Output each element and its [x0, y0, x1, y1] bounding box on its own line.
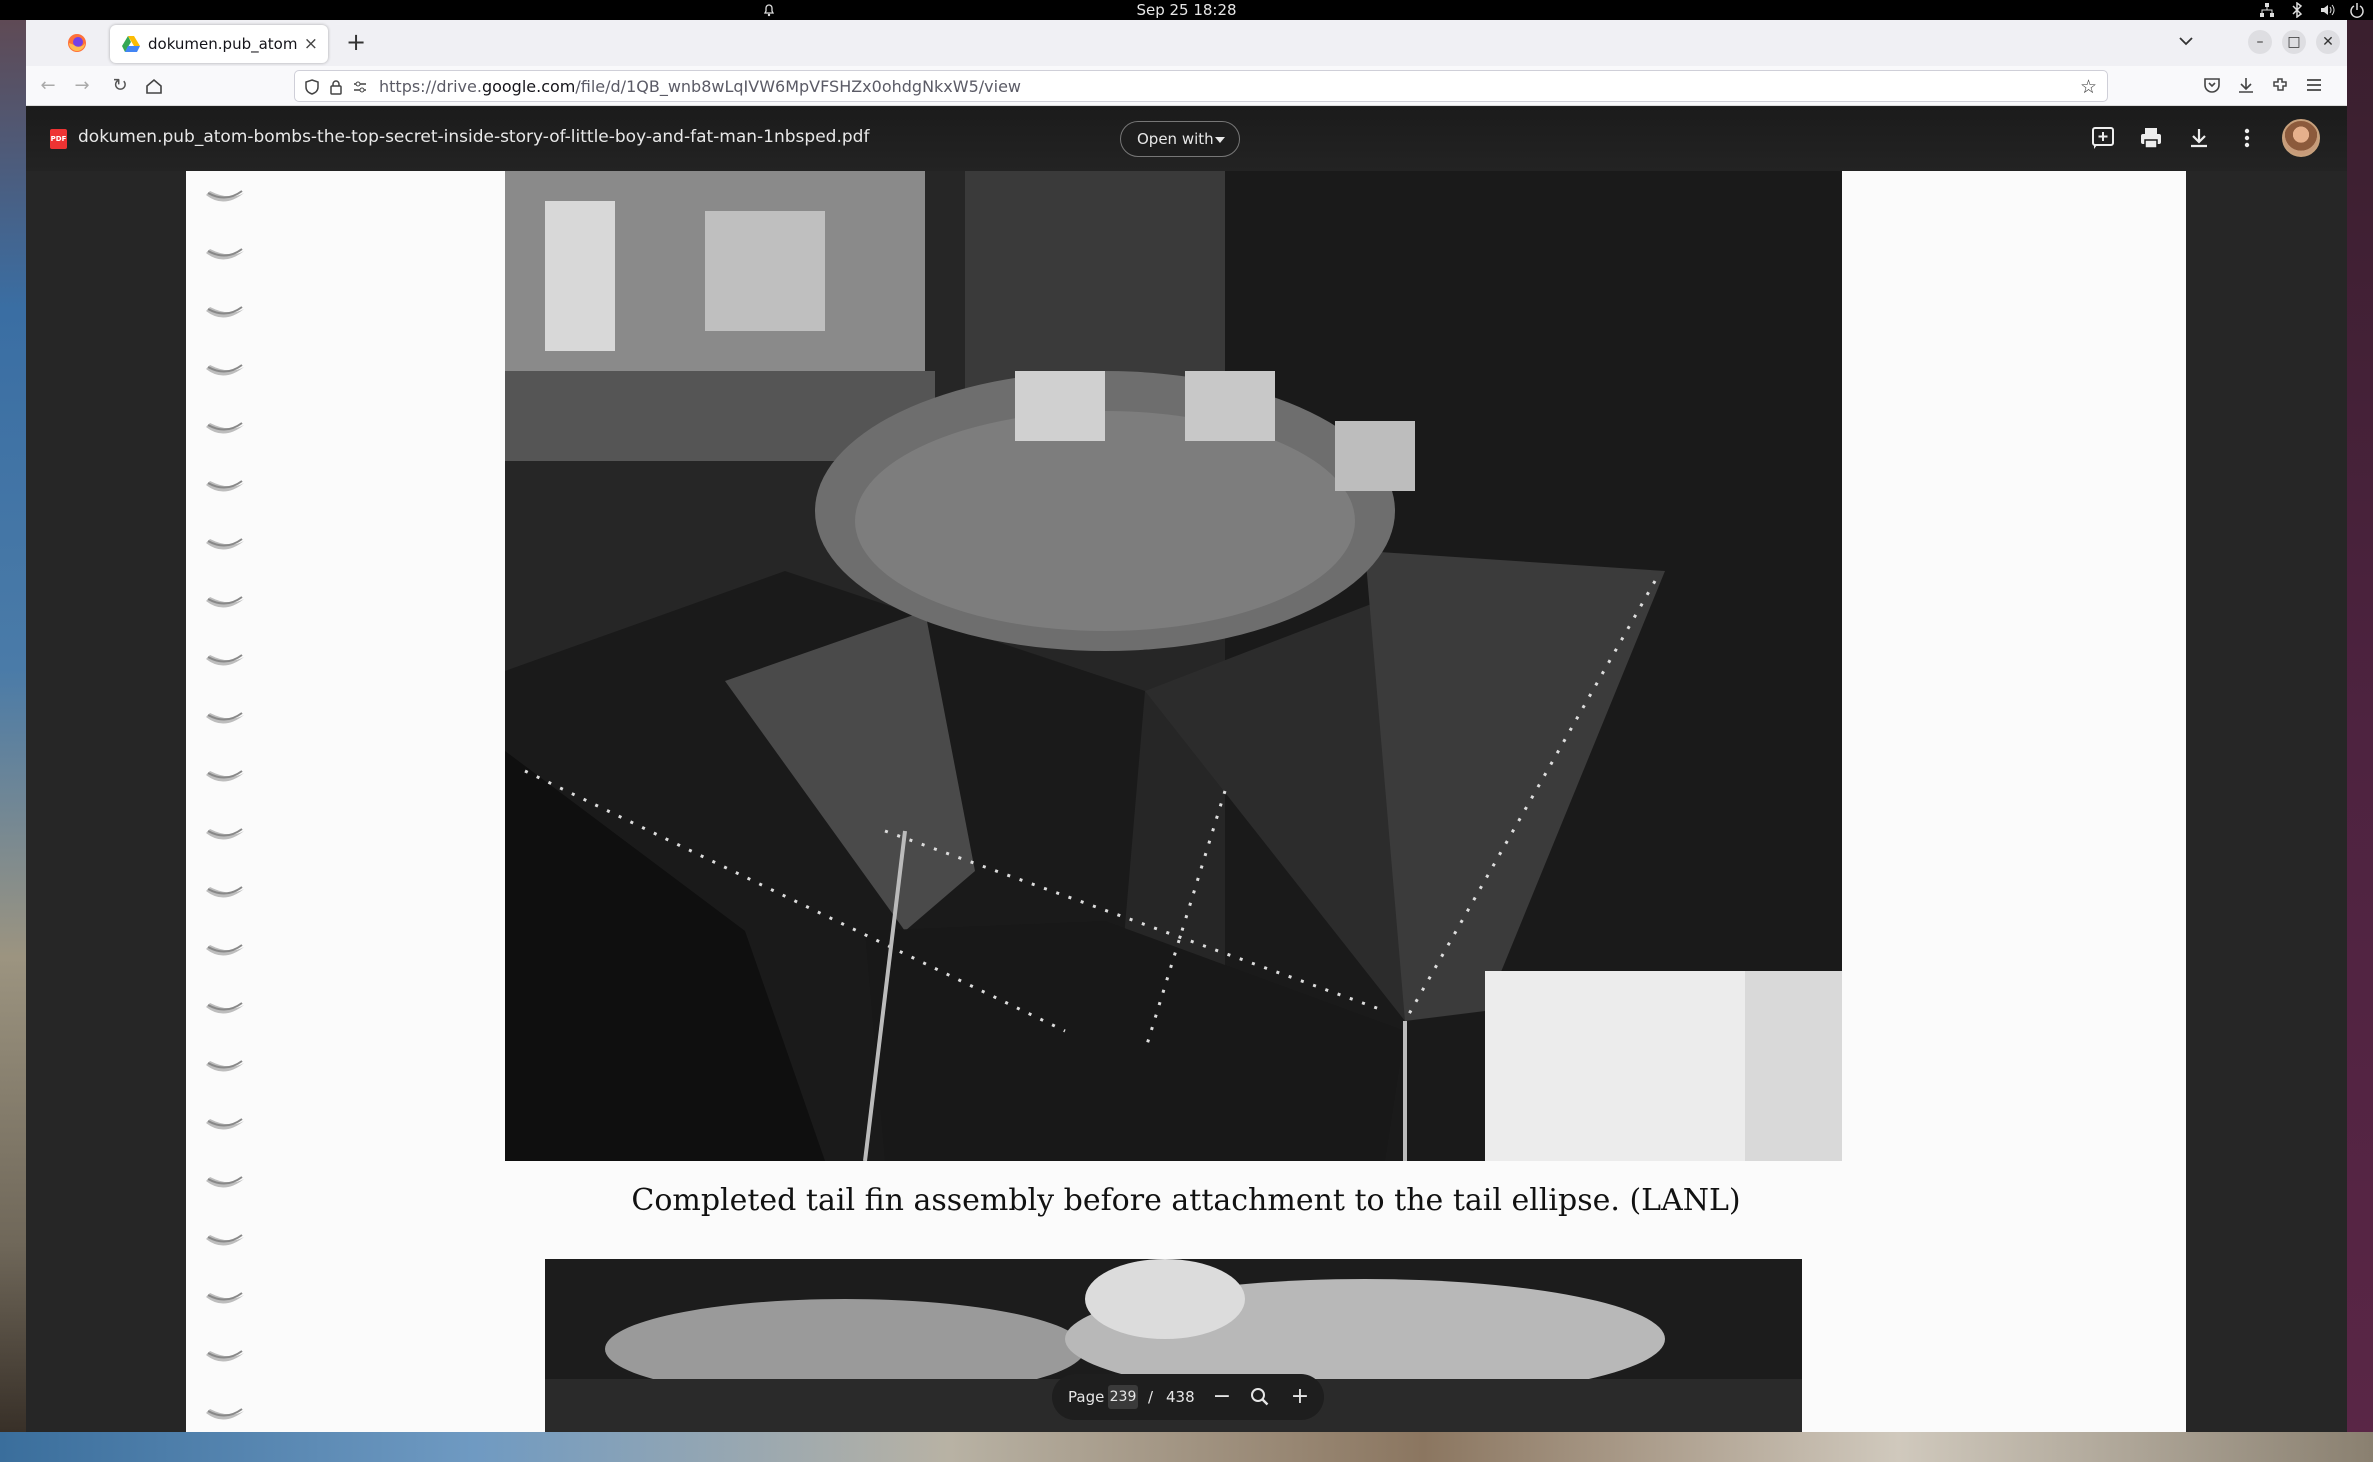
binding-ring	[206, 480, 244, 492]
minimize-button[interactable]: –	[2248, 30, 2272, 54]
download-icon[interactable]	[2236, 75, 2256, 95]
close-window-button[interactable]: ✕	[2316, 30, 2340, 54]
power-icon	[2350, 3, 2364, 18]
binding-ring	[206, 1060, 244, 1072]
reload-icon[interactable]: ↻	[110, 76, 130, 96]
notification-bell-icon[interactable]	[762, 3, 776, 17]
binding-ring	[206, 1292, 244, 1304]
maximize-button[interactable]: □	[2282, 30, 2306, 54]
os-clock[interactable]: Sep 25 18:28	[0, 0, 2373, 20]
page-controls: Page 239 / 438 − +	[1052, 1374, 1324, 1420]
menu-icon[interactable]	[2304, 75, 2324, 95]
spiral-binding	[202, 171, 252, 1432]
pdf-file-icon: PDF	[50, 129, 67, 149]
add-comment-icon[interactable]	[2090, 125, 2116, 151]
pocket-icon[interactable]	[2202, 75, 2222, 95]
file-name: dokumen.pub_atom-bombs-the-top-secret-in…	[78, 127, 870, 147]
bluetooth-icon	[2292, 2, 2303, 18]
pdf-viewer: PDF dokumen.pub_atom-bombs-the-top-secre…	[26, 107, 2347, 1432]
desktop-wallpaper-bottom	[0, 1432, 2373, 1462]
os-top-bar: Sep 25 18:28	[0, 0, 2373, 20]
binding-ring	[206, 1234, 244, 1246]
avatar[interactable]	[2282, 119, 2320, 157]
open-with-button[interactable]: Open with	[1120, 121, 1240, 157]
binding-ring	[206, 364, 244, 376]
home-icon[interactable]	[144, 76, 164, 96]
system-tray[interactable]	[2259, 2, 2365, 18]
navigation-bar: ← → ↻ https://drive.google.com/file/d/1Q…	[26, 66, 2347, 106]
caret-down-icon	[1215, 137, 1225, 143]
viewer-header: PDF dokumen.pub_atom-bombs-the-top-secre…	[26, 107, 2347, 171]
firefox-icon[interactable]	[66, 32, 88, 54]
binding-ring	[206, 306, 244, 318]
desktop-wallpaper-right	[2347, 20, 2373, 1462]
page-number-input[interactable]: 239	[1108, 1385, 1138, 1409]
binding-ring	[206, 1002, 244, 1014]
binding-ring	[206, 422, 244, 434]
page-label: Page	[1068, 1388, 1105, 1406]
tab-title: dokumen.pub_atom-bom	[148, 35, 298, 53]
network-icon	[2260, 3, 2274, 17]
browser-window: dokumen.pub_atom-bom × + – □ ✕ ← → ↻ htt…	[26, 20, 2347, 1432]
binding-ring	[206, 1408, 244, 1420]
url-text[interactable]: https://drive.google.com/file/d/1QB_wnb8…	[379, 77, 1021, 96]
binding-ring	[206, 1350, 244, 1362]
pdf-page: Completed tail fin assembly before attac…	[186, 171, 2186, 1432]
binding-ring	[206, 944, 244, 956]
drive-icon	[122, 36, 140, 52]
binding-ring	[206, 770, 244, 782]
binding-ring	[206, 828, 244, 840]
desktop-wallpaper-left	[0, 20, 26, 1462]
tail-fin-assembly-photo	[505, 171, 1842, 1161]
volume-icon	[2321, 4, 2335, 16]
binding-ring	[206, 886, 244, 898]
new-tab-button[interactable]: +	[346, 28, 366, 56]
address-bar[interactable]: https://drive.google.com/file/d/1QB_wnb8…	[294, 70, 2108, 102]
lock-icon[interactable]	[327, 78, 345, 96]
binding-ring	[206, 538, 244, 550]
chevron-down-icon[interactable]	[2176, 31, 2196, 51]
binding-ring	[206, 1118, 244, 1130]
binding-ring	[206, 596, 244, 608]
zoom-icon[interactable]	[1248, 1385, 1272, 1409]
browser-tab-active[interactable]: dokumen.pub_atom-bom ×	[110, 25, 328, 63]
page-separator: /	[1148, 1388, 1154, 1406]
figure-caption: Completed tail fin assembly before attac…	[631, 1183, 1741, 1218]
binding-ring	[206, 248, 244, 260]
zoom-out-icon[interactable]: −	[1210, 1385, 1234, 1409]
binding-ring	[206, 190, 244, 202]
forward-icon[interactable]: →	[72, 76, 92, 96]
shield-icon[interactable]	[303, 78, 321, 96]
download-file-icon[interactable]	[2186, 125, 2212, 151]
extensions-icon[interactable]	[2270, 75, 2290, 95]
binding-ring	[206, 654, 244, 666]
total-pages: 438	[1166, 1388, 1195, 1406]
more-icon[interactable]	[2234, 125, 2260, 151]
close-tab-icon[interactable]: ×	[304, 34, 318, 54]
back-icon[interactable]: ←	[38, 76, 58, 96]
zoom-in-icon[interactable]: +	[1288, 1385, 1312, 1409]
star-icon[interactable]: ☆	[2080, 76, 2097, 98]
site-permissions-icon[interactable]	[351, 78, 369, 96]
binding-ring	[206, 712, 244, 724]
tab-bar: dokumen.pub_atom-bom × + – □ ✕	[26, 20, 2347, 66]
print-icon[interactable]	[2138, 125, 2164, 151]
